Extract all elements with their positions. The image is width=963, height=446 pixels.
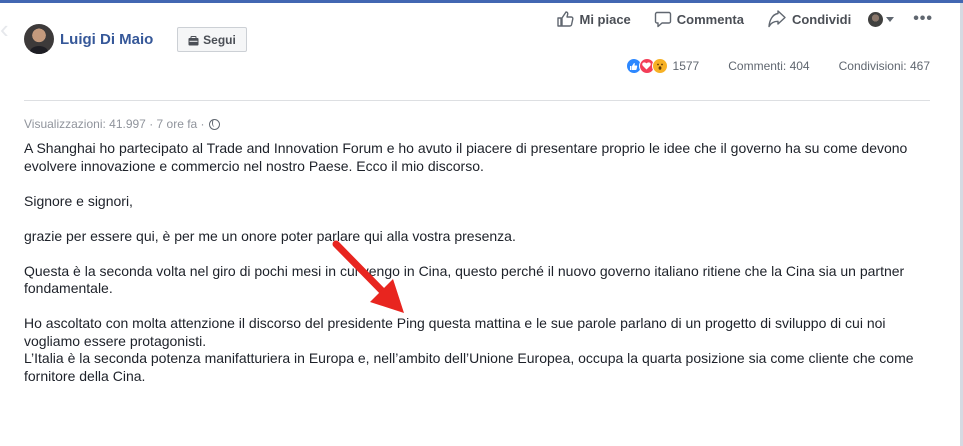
reactions-summary[interactable]: 1577	[625, 58, 700, 74]
post-actions: Mi piace Commenta Condividi •••	[533, 10, 933, 28]
comments-count[interactable]: Commenti: 404	[728, 59, 809, 73]
follow-label: Segui	[203, 32, 236, 47]
post-meta: Visualizzazioni: 41.997 · 7 ore fa ·	[24, 117, 220, 131]
post-paragraph: Ho ascoltato con molta attenzione il dis…	[24, 315, 886, 349]
post-body: A Shanghai ho partecipato al Trade and I…	[24, 140, 924, 385]
share-label: Condividi	[791, 11, 852, 27]
follow-icon	[188, 35, 199, 45]
header-divider	[24, 100, 930, 101]
comment-label: Commenta	[676, 11, 744, 27]
like-button[interactable]: Mi piace	[556, 10, 631, 28]
post-paragraph: grazie per essere qui, è per me un onore…	[24, 227, 516, 244]
follow-button[interactable]: Segui	[177, 27, 247, 52]
share-as-selector[interactable]	[868, 11, 895, 27]
post-stats: 1577 Commenti: 404 Condivisioni: 467	[625, 58, 930, 74]
share-icon	[767, 10, 787, 28]
wow-reaction-icon	[651, 58, 668, 74]
share-button[interactable]: Condividi	[767, 10, 851, 28]
shares-count[interactable]: Condivisioni: 467	[839, 59, 930, 73]
post-paragraph: L’Italia è la seconda potenza manifattur…	[24, 350, 914, 384]
top-accent-bar	[0, 0, 963, 3]
like-icon	[556, 10, 575, 28]
reaction-count: 1577	[672, 59, 700, 73]
more-icon[interactable]: •••	[913, 10, 933, 28]
post-paragraph: Signore e signori,	[24, 192, 133, 209]
post-paragraph: A Shanghai ho partecipato al Trade and I…	[24, 140, 908, 174]
author-name[interactable]: Luigi Di Maio	[60, 31, 153, 48]
comment-icon	[654, 10, 672, 28]
left-nav-chevron-icon[interactable]: ‹	[0, 14, 14, 44]
avatar[interactable]	[24, 24, 54, 54]
views-and-time[interactable]: Visualizzazioni: 41.997 · 7 ore fa ·	[24, 117, 205, 131]
mini-avatar	[868, 11, 884, 27]
post-header: Luigi Di Maio Segui	[24, 24, 247, 54]
comment-button[interactable]: Commenta	[654, 10, 744, 28]
chevron-down-icon	[886, 16, 895, 22]
globe-icon	[208, 118, 220, 130]
post-paragraph: Questa è la seconda volta nel giro di po…	[24, 262, 905, 297]
like-label: Mi piace	[579, 11, 631, 27]
